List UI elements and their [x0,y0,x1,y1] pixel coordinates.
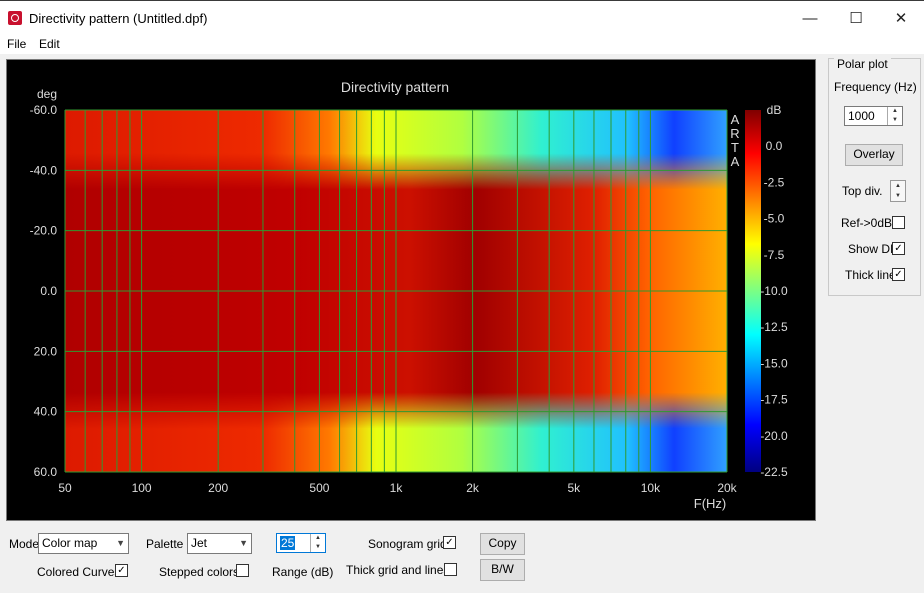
y-tick-label: -20.0 [30,224,58,238]
ref-0db-label: Ref->0dB [841,216,893,230]
range-value[interactable]: 25 [280,536,296,550]
chevron-down-icon: ▼ [116,538,125,548]
y-axis-label: deg [37,87,57,101]
colorbar [745,110,761,472]
plot-canvas: -60.0 -40.0 -20.0 0.0 20.0 40.0 60.050 100 200 50… [30,79,788,511]
watermark-letter: A [731,154,740,169]
minimize-button[interactable]: — [787,5,833,31]
up-arrow-icon[interactable]: ▲ [311,534,325,543]
mode-value: Color map [42,536,98,550]
maximize-button[interactable]: ☐ [833,5,879,31]
x-tick-label: 5k [567,481,581,495]
watermark-letter: A [731,112,740,127]
arta-watermark: ARTA [730,112,739,169]
colorbar-unit: dB [767,103,782,117]
thick-line-checkbox[interactable]: ✓ [892,268,905,281]
chart-title: Directivity pattern [341,79,449,95]
thick-grid-label: Thick grid and lines [346,563,450,577]
frequency-label: Frequency (Hz) [834,80,917,94]
menu-file[interactable]: File [7,37,26,51]
copy-button[interactable]: Copy [480,533,525,555]
window-title: Directivity pattern (Untitled.dpf) [29,11,208,26]
down-arrow-icon[interactable]: ▼ [311,543,325,552]
colorbar-tick-label: -12.5 [760,320,788,334]
range-spinner[interactable]: 25 ▲ ▼ [276,533,326,553]
thick-line-label: Thick line [845,268,896,282]
colorbar-tick-label: 0.0 [766,139,783,153]
watermark-letter: R [730,126,739,141]
colored-curves-checkbox[interactable]: ✓ [115,564,128,577]
colorbar-tick-label: -17.5 [760,393,788,407]
colorbar-tick-label: -2.5 [764,175,785,189]
stepped-colors-checkbox[interactable] [236,564,249,577]
x-tick-label: 1k [390,481,404,495]
up-arrow-icon[interactable]: ▲ [891,181,905,191]
colorbar-tick-label: -22.5 [760,465,788,479]
top-div-label: Top div. [842,184,883,198]
x-axis-label: F(Hz) [694,496,727,511]
frequency-spinner[interactable]: 1000 ▲ ▼ [844,106,903,126]
show-di-label: Show DI [848,242,894,256]
bw-button[interactable]: B/W [480,559,525,581]
palette-label: Palette [146,537,184,551]
down-arrow-icon[interactable]: ▼ [891,191,905,201]
y-tick-label: 60.0 [34,465,58,479]
up-arrow-icon[interactable]: ▲ [888,107,902,116]
y-tick-label: 40.0 [34,405,58,419]
range-label: Range (dB) [272,565,334,579]
directivity-plot: -60.0 -40.0 -20.0 0.0 20.0 40.0 60.0 50 100 200 50… [6,59,816,521]
overlay-button[interactable]: Overlay [845,144,903,166]
polar-plot-title: Polar plot [834,57,891,71]
x-tick-label: 10k [641,481,661,495]
show-di-checkbox[interactable]: ✓ [892,242,905,255]
colorbar-tick-label: -5.0 [764,212,785,226]
colorbar-tick-label: -10.0 [760,284,788,298]
palette-select[interactable]: Jet ▼ [187,533,252,554]
x-tick-label: 2k [466,481,480,495]
x-tick-label: 20k [717,481,737,495]
ref-0db-checkbox[interactable] [892,216,905,229]
x-tick-label: 200 [208,481,228,495]
colorbar-tick-label: -7.5 [764,248,785,262]
x-tick-label: 50 [58,481,72,495]
title-bar: Directivity pattern (Untitled.dpf) — ☐ ✕ [0,0,924,35]
sonogram-grid-checkbox[interactable]: ✓ [443,536,456,549]
sonogram-grid-label: Sonogram grid [368,537,447,551]
close-button[interactable]: ✕ [878,5,924,31]
thick-grid-checkbox[interactable] [444,563,457,576]
y-tick-label: 20.0 [34,344,58,358]
app-icon [8,11,22,25]
y-tick-label: -40.0 [30,163,58,177]
menu-bar: File Edit [0,34,924,54]
y-tick-label: -60.0 [30,103,58,117]
mode-label: Mode [9,537,40,551]
colorbar-tick-label: -15.0 [760,356,788,370]
colored-curves-label: Colored Curves [37,565,121,579]
down-arrow-icon[interactable]: ▼ [888,116,902,125]
x-tick-label: 100 [132,481,152,495]
colorbar-tick-label: -20.0 [760,429,788,443]
x-tick-label: 500 [309,481,329,495]
frequency-value[interactable]: 1000 [848,109,875,123]
watermark-letter: T [731,140,739,155]
chevron-down-icon: ▼ [239,538,248,548]
mode-select[interactable]: Color map ▼ [38,533,129,554]
y-tick-label: 0.0 [40,284,57,298]
stepped-colors-label: Stepped colors [159,565,240,579]
menu-edit[interactable]: Edit [39,37,60,51]
palette-value: Jet [191,536,208,550]
top-div-spinner[interactable]: ▲ ▼ [890,180,906,202]
